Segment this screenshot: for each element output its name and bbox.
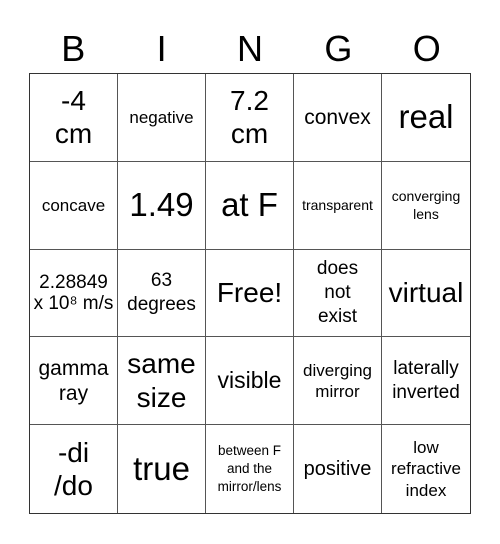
header-letter-i: I — [156, 28, 167, 69]
bingo-cell[interactable]: converging lens — [382, 162, 470, 250]
bingo-cell[interactable]: concave — [30, 161, 118, 250]
bingo-cell[interactable]: true — [118, 425, 206, 513]
header-letter-n: N — [236, 28, 263, 69]
header-letter-g: G — [324, 28, 353, 69]
header-letter-b: B — [61, 28, 86, 69]
cell-text: 2.28849 x 10⁸ m/s — [33, 271, 114, 314]
bingo-cell[interactable]: low refractive index — [382, 425, 470, 513]
bingo-cell[interactable]: 7.2 cm — [206, 74, 294, 162]
bingo-grid: -4 cm negative 7.2 cm convex real concav… — [29, 73, 471, 514]
bingo-cell[interactable]: transparent — [294, 161, 382, 250]
bingo-header: B I N G O — [29, 25, 471, 73]
bingo-cell[interactable]: 1.49 — [118, 161, 206, 250]
bingo-cell[interactable]: -4 cm — [30, 74, 118, 162]
bingo-cell[interactable]: visible — [206, 337, 294, 426]
bingo-cell[interactable]: positive — [294, 425, 382, 513]
bingo-cell[interactable]: 63 degrees — [118, 249, 206, 338]
bingo-cell[interactable]: gamma ray — [30, 337, 118, 426]
bingo-cell[interactable]: does not exist — [294, 249, 382, 338]
bingo-cell[interactable]: virtual — [382, 250, 470, 338]
bingo-cell[interactable]: same size — [118, 337, 206, 426]
bingo-cell[interactable]: at F — [206, 161, 294, 250]
bingo-cell[interactable]: convex — [294, 74, 382, 162]
bingo-cell[interactable]: real — [382, 74, 470, 162]
bingo-cell[interactable]: laterally inverted — [382, 337, 470, 426]
bingo-cell[interactable]: -di /do — [30, 425, 118, 513]
bingo-cell[interactable]: between F and the mirror/lens — [206, 425, 294, 513]
bingo-cell[interactable]: diverging mirror — [294, 337, 382, 426]
bingo-cell[interactable]: 2.28849 x 10⁸ m/s — [30, 249, 118, 338]
bingo-cell free-space[interactable]: Free! — [206, 249, 294, 338]
bingo-cell[interactable]: negative — [118, 74, 206, 162]
header-letter-o: O — [412, 28, 441, 69]
